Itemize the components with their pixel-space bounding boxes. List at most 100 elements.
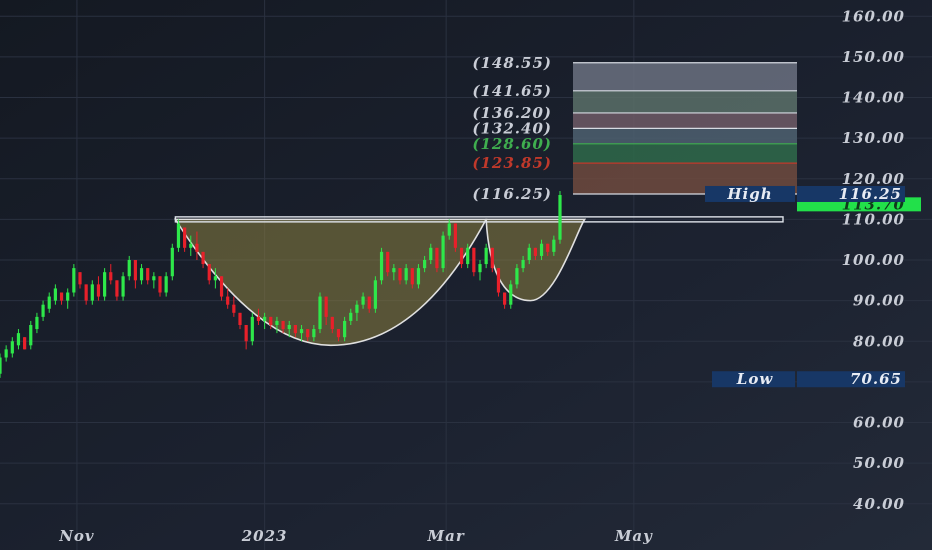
fib-label: (123.85) xyxy=(472,154,552,172)
candle-body xyxy=(299,329,304,334)
candle-body xyxy=(146,268,150,281)
candle-body xyxy=(496,268,501,293)
x-tick-label: 2023 xyxy=(241,527,288,545)
candle-body xyxy=(373,280,377,309)
candle-body xyxy=(35,316,39,330)
candle-body xyxy=(539,243,544,256)
candle-body xyxy=(10,341,14,354)
candle-body xyxy=(459,247,464,265)
candle-body xyxy=(515,268,519,285)
candle-down xyxy=(472,247,476,277)
candle-body xyxy=(546,243,550,252)
candle-body xyxy=(47,296,51,309)
candle-body xyxy=(90,284,94,301)
candle-body xyxy=(336,329,341,338)
high-value: 116.25 xyxy=(839,185,902,203)
fib-label: (141.65) xyxy=(472,82,552,100)
candle-down xyxy=(496,268,501,297)
candle-body xyxy=(466,247,470,265)
fib-extension-zones xyxy=(573,62,797,195)
candle-body xyxy=(238,312,242,325)
y-tick-label: 60.00 xyxy=(853,414,905,432)
candle-body xyxy=(16,333,21,346)
candle-body xyxy=(398,268,402,281)
candle-body xyxy=(133,260,137,281)
candle-body xyxy=(189,243,193,248)
candle-body xyxy=(367,296,371,309)
x-tick-label: Nov xyxy=(58,527,94,545)
candle-up xyxy=(509,280,513,309)
candle-down xyxy=(453,223,457,252)
candle-body xyxy=(115,280,119,297)
candle-body xyxy=(527,247,531,260)
candle-body xyxy=(410,268,414,285)
candle-body xyxy=(121,276,125,297)
candle-body xyxy=(441,235,445,269)
candle-body xyxy=(392,268,396,273)
candle-up xyxy=(29,320,33,350)
candle-body xyxy=(183,227,187,248)
candle-body xyxy=(219,276,224,297)
fib-label: (116.25) xyxy=(472,185,552,203)
candle-body xyxy=(207,264,211,281)
candle-body xyxy=(404,268,408,281)
candle-body xyxy=(226,296,230,305)
low-value: 70.65 xyxy=(850,370,902,388)
candle-body xyxy=(533,247,537,256)
candle-body xyxy=(558,195,562,240)
candle-body xyxy=(53,288,57,301)
candle-body xyxy=(379,251,384,281)
candle-body xyxy=(84,284,88,301)
candle-body xyxy=(170,247,174,277)
candle-body xyxy=(355,304,359,313)
candle-up xyxy=(318,292,322,334)
candle-body xyxy=(293,325,297,334)
candle-body xyxy=(29,325,33,346)
fib-zone xyxy=(573,112,797,129)
candle-body xyxy=(269,316,273,325)
candle-up xyxy=(373,276,377,313)
low-label: Low xyxy=(736,370,774,388)
candle-body xyxy=(312,329,316,338)
candle-body xyxy=(103,272,107,297)
candle-body xyxy=(503,292,507,305)
candle-down xyxy=(23,337,27,350)
candle-body xyxy=(59,292,64,301)
candle-body xyxy=(213,276,217,281)
candle-body xyxy=(96,284,101,297)
y-tick-label: 130.00 xyxy=(842,129,905,147)
candle-up xyxy=(441,231,445,273)
candle-body xyxy=(244,325,248,342)
candle-body xyxy=(41,304,45,317)
candle-body xyxy=(484,247,488,265)
candle-body xyxy=(453,223,457,248)
candle-body xyxy=(343,320,347,338)
fib-zone xyxy=(573,62,797,91)
candle-body xyxy=(158,276,162,293)
candle-body xyxy=(127,260,131,277)
candle-body xyxy=(176,223,181,248)
candle-body xyxy=(386,251,390,273)
candle-body xyxy=(0,357,2,374)
candle-body xyxy=(318,296,322,330)
candle-up xyxy=(72,264,76,297)
candle-body xyxy=(72,268,76,293)
candle-body xyxy=(23,337,27,350)
candle-up xyxy=(379,247,384,285)
candle-body xyxy=(509,284,513,305)
y-tick-label: 80.00 xyxy=(853,332,905,350)
candle-up xyxy=(103,268,107,301)
candle-up xyxy=(558,190,562,244)
candle-body xyxy=(416,268,421,285)
candle-up xyxy=(170,243,174,281)
candle-body xyxy=(78,272,82,285)
candle-body xyxy=(306,329,310,338)
y-tick-label: 90.00 xyxy=(853,292,905,310)
candle-body xyxy=(139,268,144,281)
candle-up xyxy=(176,219,181,252)
y-tick-label: 140.00 xyxy=(842,89,905,107)
candle-body xyxy=(256,316,261,321)
high-label: High xyxy=(726,185,772,203)
candle-body xyxy=(435,247,439,269)
candle-body xyxy=(423,260,427,269)
